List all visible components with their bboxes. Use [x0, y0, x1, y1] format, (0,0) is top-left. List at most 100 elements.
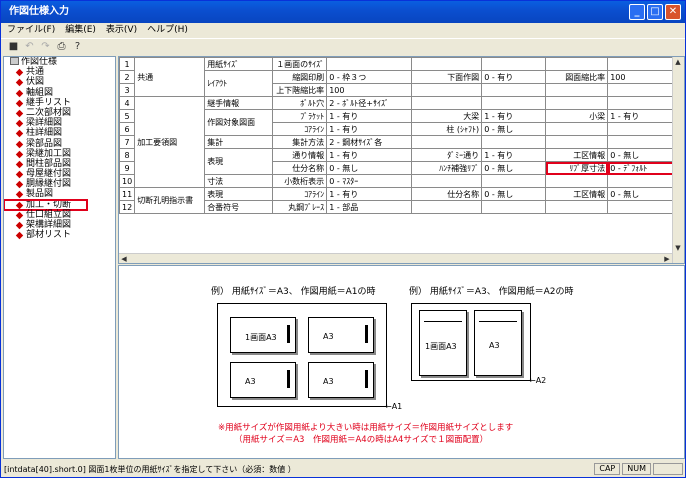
tree-item[interactable]: 架構詳細図 [4, 220, 115, 230]
spec-tree[interactable]: 作図仕様 共通 伏図 軸組図 継手リスト 二次部材図 梁詳細図 柱詳細図 梁部品図 梁継加工図間… [3, 56, 116, 459]
field-value[interactable]: 0 - 無し [326, 161, 413, 175]
close-button[interactable]: ✕ [665, 4, 681, 20]
menu-help[interactable]: ヘルプ(H) [147, 23, 188, 37]
field-value[interactable] [607, 57, 679, 71]
field-value[interactable]: 1 - 有り [326, 122, 413, 136]
menu-edit[interactable]: 編集(E) [65, 23, 96, 37]
field-value[interactable]: 0 - ﾃﾞﾌｫﾙﾄ [607, 161, 679, 175]
field-value[interactable]: 100 [607, 70, 679, 84]
redo-icon[interactable]: ↷ [39, 40, 52, 53]
scroll-right-icon[interactable]: ▶ [662, 254, 672, 263]
field-value[interactable]: 0 - 有り [481, 70, 547, 84]
tree-root[interactable]: 作図仕様 [4, 57, 115, 67]
field-label [545, 200, 609, 214]
page-a3-label: A3 [489, 341, 500, 350]
help-icon[interactable]: ? [71, 40, 84, 53]
field-value[interactable] [607, 200, 679, 214]
field-label: ﾌﾞﾗｹｯﾄ [272, 109, 328, 123]
tree-item-label: 柱詳細図 [26, 128, 63, 139]
minimize-button[interactable]: _ [629, 4, 645, 20]
note-line-2: （用紙サイズ＝A3 作図用紙＝A4の時はA4サイズで１図面配置） [234, 435, 489, 445]
print-icon[interactable]: ⎙ [55, 40, 68, 53]
row-number: 10 [119, 174, 136, 188]
field-value[interactable]: 1 - 有り [607, 109, 679, 123]
subcategory-cell: 用紙ｻｲｽﾞ [204, 57, 274, 71]
scroll-up-icon[interactable]: ▲ [673, 57, 683, 67]
row-number: 9 [119, 161, 136, 175]
field-label: ﾀﾞﾐｰ通り [411, 148, 483, 162]
field-value[interactable]: 1 - 有り [481, 109, 547, 123]
tree-item[interactable]: 加工・切断 [4, 198, 88, 211]
subcategory-cell: 継手情報 [204, 96, 274, 110]
tree-item[interactable]: 柱詳細図 [4, 128, 115, 138]
menu-view[interactable]: 表示(V) [106, 23, 137, 37]
maximize-button[interactable]: □ [647, 4, 663, 20]
field-value[interactable] [607, 83, 679, 97]
field-value[interactable] [481, 174, 547, 188]
field-label: ﾘﾌﾞ厚寸法 [545, 161, 609, 175]
field-value[interactable]: 1 - 有り [326, 187, 413, 201]
tree-item[interactable]: 梁部品図 [4, 139, 115, 149]
field-value[interactable]: 0 - ﾏｽﾀｰ [326, 174, 413, 188]
field-value[interactable]: 0 - 無し [481, 122, 547, 136]
field-label [545, 96, 609, 110]
tree-item[interactable]: 部材リスト [4, 230, 115, 240]
field-value[interactable] [607, 96, 679, 110]
field-value[interactable]: 2 - 鋼材ｻｲｽﾞ各 [326, 135, 413, 149]
tree-item[interactable]: 仕口組立図 [4, 210, 115, 220]
field-value[interactable] [481, 96, 547, 110]
field-value[interactable]: 0 - 無し [481, 161, 547, 175]
tree-item-label: 梁継加工図 [26, 148, 72, 159]
field-value[interactable]: 0 - 枠３つ [326, 70, 413, 84]
page-a3-4: A3 [308, 362, 374, 398]
diamond-icon [15, 181, 24, 189]
page-main-a3: 1画面A3 [230, 317, 296, 353]
tree-item[interactable]: 二次部材図 [4, 108, 115, 118]
undo-icon[interactable]: ↶ [23, 40, 36, 53]
tree-item[interactable]: 伏図 [4, 77, 115, 87]
scroll-left-icon[interactable]: ◀ [119, 254, 129, 263]
tree-item[interactable]: 胴縁継付図 [4, 179, 115, 189]
subcategory-cell: 寸法 [204, 174, 274, 188]
field-value[interactable] [607, 135, 679, 149]
field-value[interactable] [481, 200, 547, 214]
diamond-icon [15, 140, 24, 148]
field-value[interactable] [607, 122, 679, 136]
tree-item[interactable]: 梁詳細図 [4, 118, 115, 128]
tree-item[interactable]: 継手リスト [4, 98, 115, 108]
save-icon[interactable]: ■ [7, 40, 20, 53]
toolbar: ■ ↶ ↷ ⎙ ? [1, 38, 685, 54]
tree-item[interactable]: 梁継加工図 [4, 149, 115, 159]
field-value[interactable] [481, 135, 547, 149]
field-value[interactable]: 2 - ﾎﾞﾙﾄ径+ｻｲｽﾞ [326, 96, 413, 110]
field-value[interactable]: 0 - 無し [607, 148, 679, 162]
field-value[interactable]: 0 - 無し [607, 187, 679, 201]
field-label [545, 174, 609, 188]
vertical-scrollbar[interactable]: ▲ ▼ [672, 57, 684, 263]
subcategory-cell: 表現 [204, 187, 274, 201]
field-value[interactable]: 1 - 有り [326, 109, 413, 123]
field-value[interactable] [481, 83, 547, 97]
tree-item[interactable]: 軸組図 [4, 88, 115, 98]
menu-file[interactable]: ファイル(F) [7, 23, 55, 37]
scroll-down-icon[interactable]: ▼ [673, 243, 683, 253]
field-value[interactable] [607, 174, 679, 188]
field-value[interactable]: 1 - 有り [481, 148, 547, 162]
field-value[interactable]: 4 - Ａ４ ▼ [326, 57, 413, 71]
dropdown-arrow-icon[interactable]: ▼ [404, 59, 409, 67]
tree-item[interactable]: 製品図 [4, 189, 115, 199]
field-value[interactable]: 1 - 部品 [326, 200, 413, 214]
tree-item[interactable]: 共通 [4, 67, 115, 77]
field-value[interactable] [481, 57, 547, 71]
tree-item[interactable]: 間柱部品図 [4, 159, 115, 169]
tree-item-label: 梁部品図 [26, 138, 63, 149]
page-a3-2: A3 [308, 317, 374, 353]
tree-item[interactable]: 母屋継付図 [4, 169, 115, 179]
field-label [411, 200, 483, 214]
field-value[interactable]: 1 - 有り [326, 148, 413, 162]
row-number: 1 [119, 57, 136, 71]
field-value[interactable]: 0 - 無し [481, 187, 547, 201]
row-number: 11 [119, 187, 136, 201]
horizontal-scrollbar[interactable]: ◀ ▶ [119, 253, 672, 263]
field-value[interactable]: 100 [326, 83, 413, 97]
